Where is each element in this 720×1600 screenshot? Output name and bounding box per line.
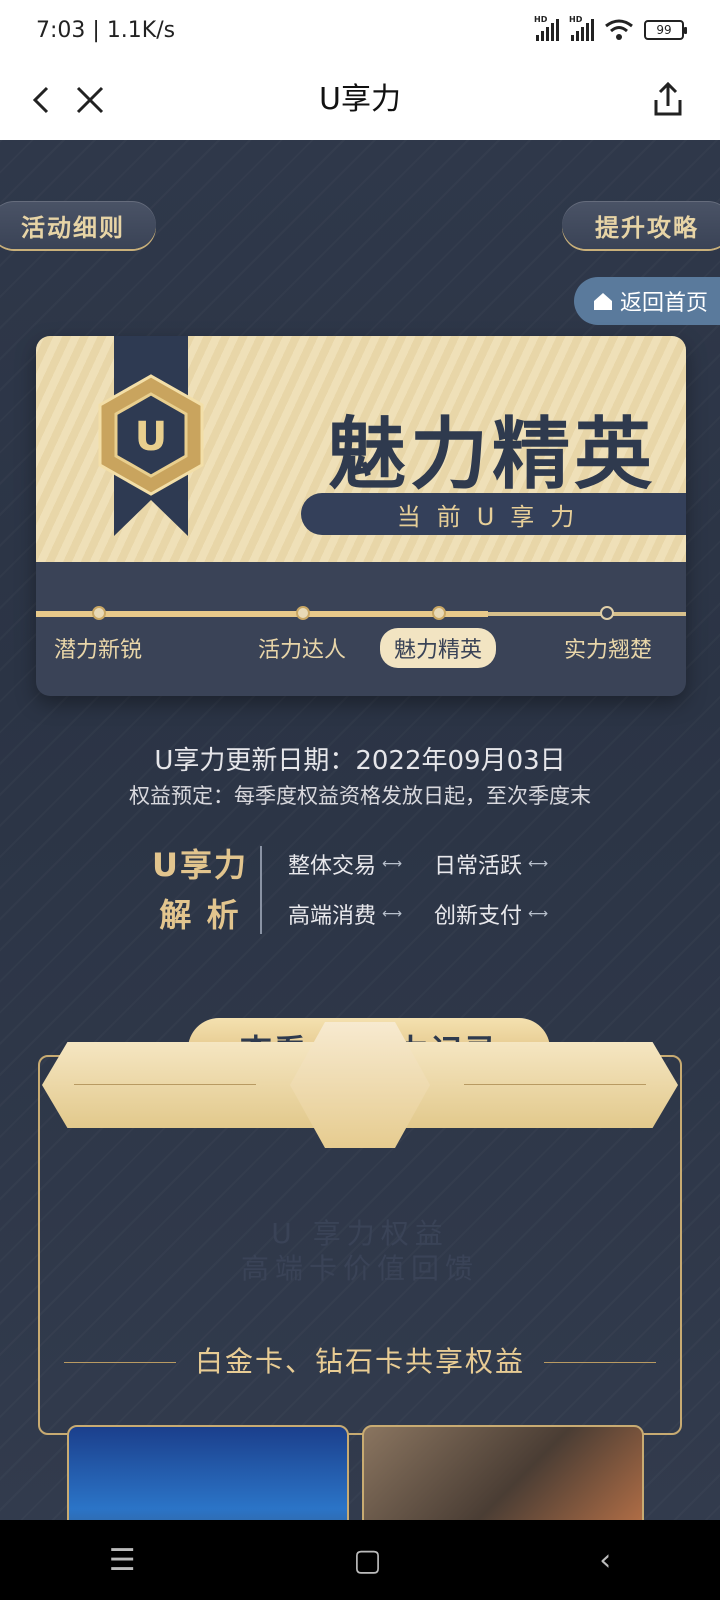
home-button[interactable]: 返回首页: [574, 277, 720, 325]
arrow-icon: ⟷: [528, 856, 549, 872]
battery-icon: 99: [644, 20, 687, 40]
network-speed: 1.1K/s: [106, 17, 176, 43]
analysis-item: 创新支付 ⟷: [434, 898, 548, 930]
status-time: 7:03: [36, 17, 86, 43]
status-left: 7:03 | 1.1K/s: [36, 17, 176, 43]
level-label-4: 实力翘楚: [564, 638, 653, 663]
u-badge-icon: U: [98, 374, 204, 496]
progress-dot: [296, 606, 310, 620]
progress-dot: [432, 606, 446, 620]
arrow-icon: ⟷: [382, 906, 403, 922]
current-level-name: 魅力精英: [327, 410, 656, 500]
benefit-subtitle: 高端卡价值回馈: [240, 1252, 479, 1285]
benefit-title: U 享力权益: [271, 1217, 449, 1250]
analysis-item-label: 高端消费: [288, 904, 377, 929]
strategy-button[interactable]: 提升攻略: [562, 201, 720, 249]
share-icon[interactable]: [646, 78, 690, 122]
signal-1-icon: HD: [534, 15, 559, 41]
analysis-divider: [260, 846, 276, 934]
home-icon: [594, 293, 612, 310]
update-date: U享力更新日期：2022年09月03日: [154, 746, 566, 776]
analysis-title-line1: U享力: [152, 846, 248, 884]
analysis-item-label: 日常活跃: [434, 854, 523, 879]
nav-bar: U享力: [0, 60, 720, 140]
shared-benefits-title: 白金卡、钻石卡共享权益: [194, 1345, 525, 1378]
menu-icon[interactable]: ☰: [109, 1543, 136, 1578]
progress-dot: [600, 606, 614, 620]
badge-letter: U: [135, 414, 167, 460]
current-level-label: 当前U享力: [301, 493, 686, 535]
analysis-item-label: 创新支付: [434, 904, 523, 929]
analysis-item: 高端消费 ⟷: [288, 898, 402, 930]
analysis-title: U享力 解 析: [150, 840, 250, 940]
banner-divider: [464, 1084, 646, 1085]
page-title: U享力: [319, 82, 401, 117]
signal-2-icon: HD: [569, 15, 594, 41]
analysis-item-label: 整体交易: [288, 854, 377, 879]
arrow-icon: ⟷: [382, 856, 403, 872]
level-label-1: 潜力新锐: [54, 638, 143, 663]
progress-dot: [92, 606, 106, 620]
back-nav-icon[interactable]: ‹: [599, 1543, 611, 1578]
system-nav-bar: ☰ ▢ ‹: [0, 1520, 720, 1600]
benefit-note: 权益预定：每季度权益资格发放日起，至次季度末: [129, 784, 591, 808]
analysis-item: 整体交易 ⟷: [288, 848, 402, 880]
wifi-icon: [605, 19, 633, 40]
home-label: 返回首页: [620, 291, 709, 316]
level-label-3: 魅力精英: [380, 628, 497, 668]
level-card: U 魅力精英 当前U享力 潜力新锐 活力达人 魅力精英 实力翘楚: [36, 336, 686, 696]
home-square-icon[interactable]: ▢: [353, 1543, 381, 1578]
analysis-title-line2: 解 析: [159, 896, 241, 934]
battery-level: 99: [656, 23, 672, 37]
banner-divider: [74, 1084, 256, 1085]
status-bar: 7:03 | 1.1K/s HD HD 99: [0, 0, 720, 60]
arrow-icon: ⟷: [528, 906, 549, 922]
analysis-item: 日常活跃 ⟷: [434, 848, 548, 880]
rules-button[interactable]: 活动细则: [0, 201, 156, 249]
status-icons: HD HD 99: [534, 15, 687, 41]
level-label-2: 活力达人: [258, 638, 347, 663]
